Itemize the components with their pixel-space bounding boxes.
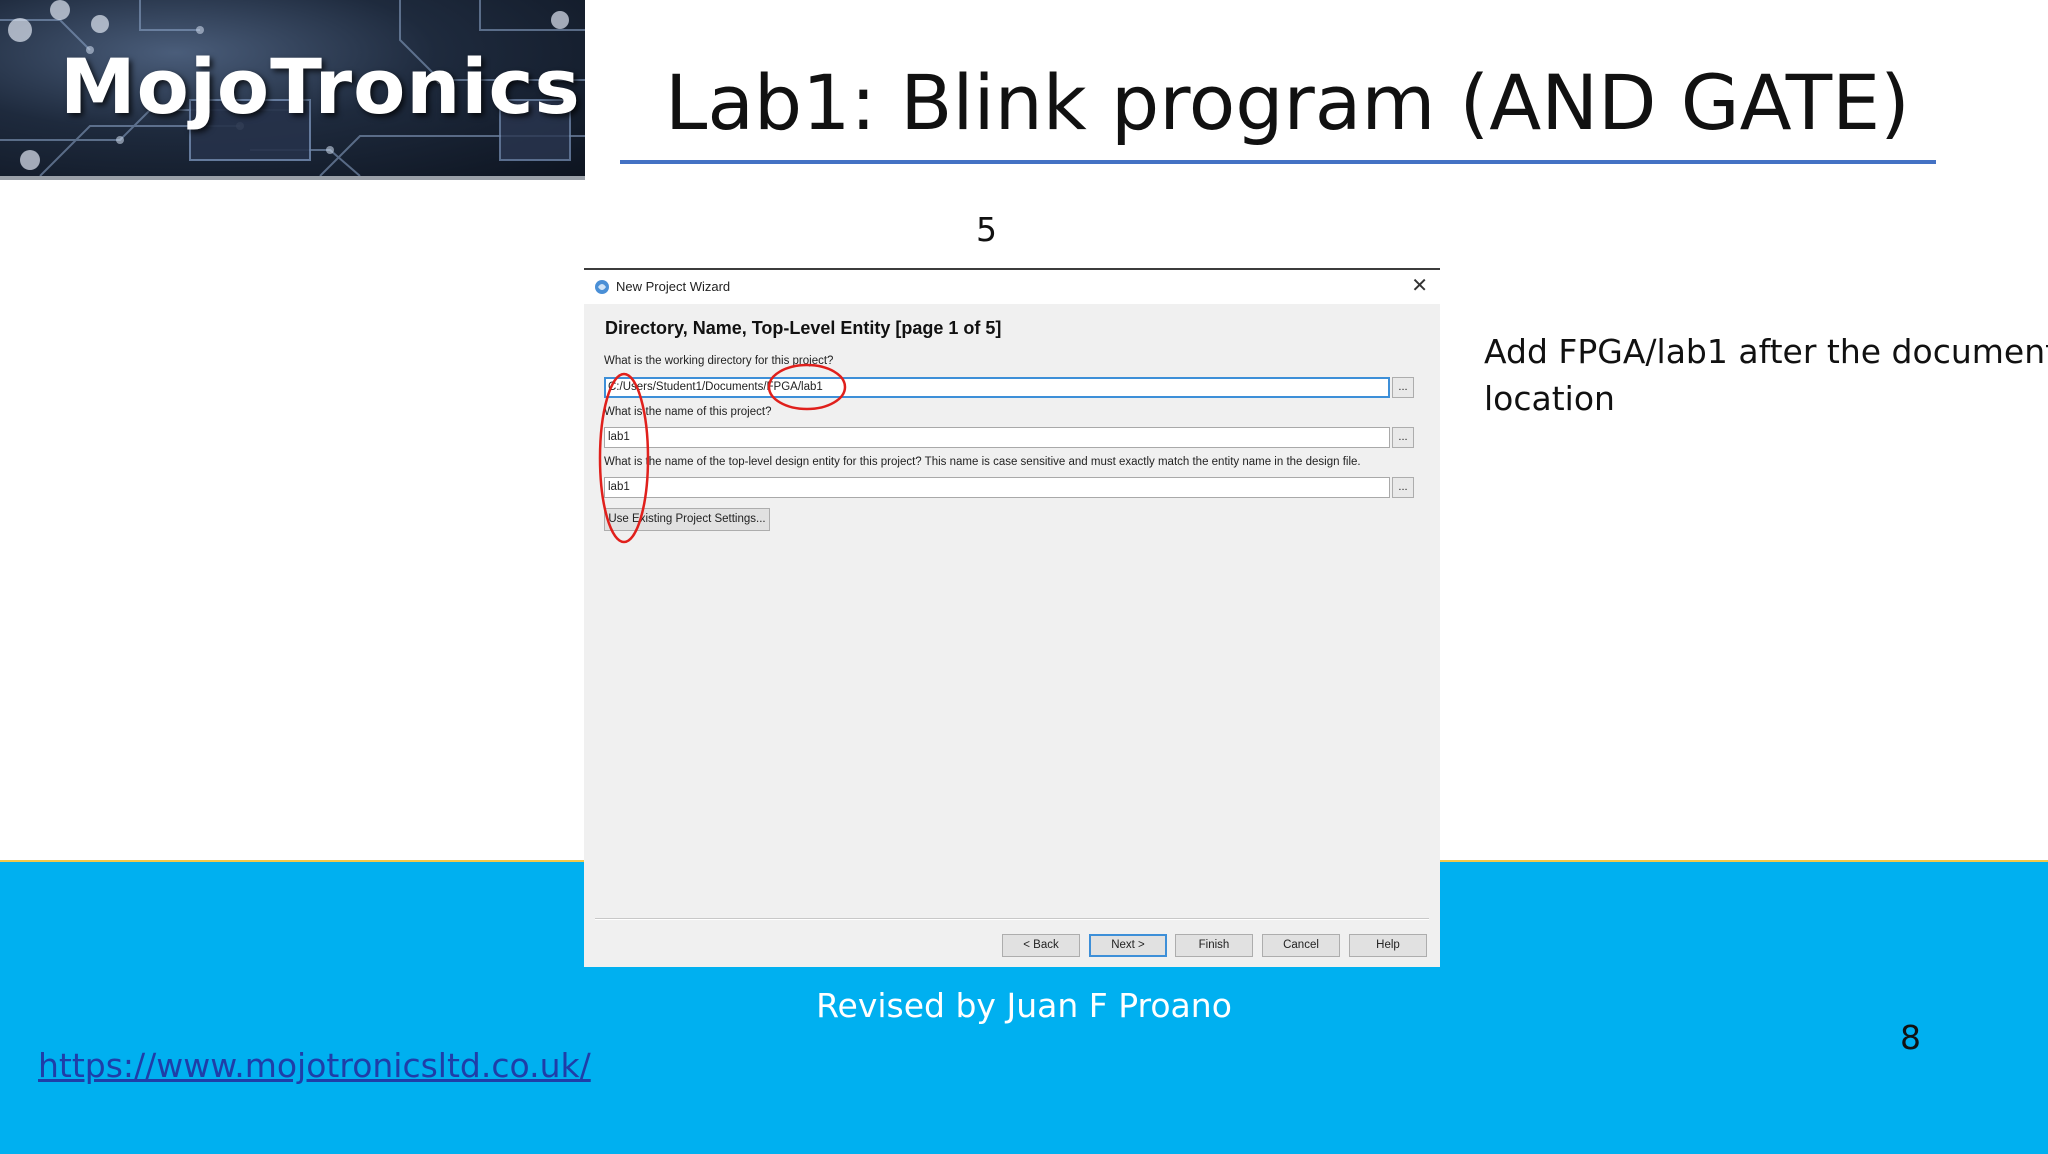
directory-browse-button[interactable]: ... (1392, 377, 1414, 398)
wizard-page-heading: Directory, Name, Top-Level Entity [page … (605, 318, 1002, 338)
project-name-browse-button[interactable]: ... (1392, 427, 1414, 448)
instruction-note: Add FPGA/lab1 after the documents locati… (1484, 328, 2048, 422)
project-name-input[interactable]: lab1 (604, 427, 1390, 448)
red-annotation-circles (598, 363, 847, 544)
top-level-entity-input[interactable]: lab1 (604, 477, 1390, 498)
working-directory-input[interactable]: C:/Users/Student1/Documents/FPGA/lab1 (604, 377, 1390, 398)
dialog-title: New Project Wizard (616, 279, 731, 294)
slide-title: Lab1: Blink program (AND GATE) (665, 58, 1910, 147)
logo-text: MojoTronics (60, 42, 581, 131)
page-number: 8 (1900, 1018, 1921, 1057)
finish-button[interactable]: Finish (1175, 934, 1253, 957)
dialog-titlebar: New Project Wizard ✕ (584, 270, 1440, 304)
website-link[interactable]: https://www.mojotronicsltd.co.uk/ (38, 1046, 591, 1085)
note-line-1: Add FPGA/lab1 after the documents (1484, 332, 2048, 371)
logo-divider (0, 176, 585, 180)
step-number: 5 (976, 210, 997, 249)
revised-by-text: Revised by Juan F Proano (816, 986, 1232, 1025)
back-button[interactable]: < Back (1002, 934, 1080, 957)
dialog-separator (595, 918, 1429, 920)
logo-banner: MojoTronics (0, 0, 585, 176)
directory-label: What is the working directory for this p… (604, 355, 834, 367)
cancel-button[interactable]: Cancel (1262, 934, 1340, 957)
next-button[interactable]: Next > (1089, 934, 1167, 957)
new-project-wizard-dialog: New Project Wizard ✕ Directory, Name, To… (584, 268, 1440, 967)
help-button[interactable]: Help (1349, 934, 1427, 957)
note-line-2: location (1484, 379, 1615, 418)
project-name-label: What is the name of this project? (604, 406, 772, 418)
top-level-entity-browse-button[interactable]: ... (1392, 477, 1414, 498)
use-existing-settings-button[interactable]: Use Existing Project Settings... (604, 508, 770, 531)
close-icon[interactable]: ✕ (1411, 274, 1428, 298)
top-level-entity-label: What is the name of the top-level design… (604, 456, 1361, 468)
wizard-app-icon (595, 280, 609, 294)
title-underline (620, 160, 1936, 164)
